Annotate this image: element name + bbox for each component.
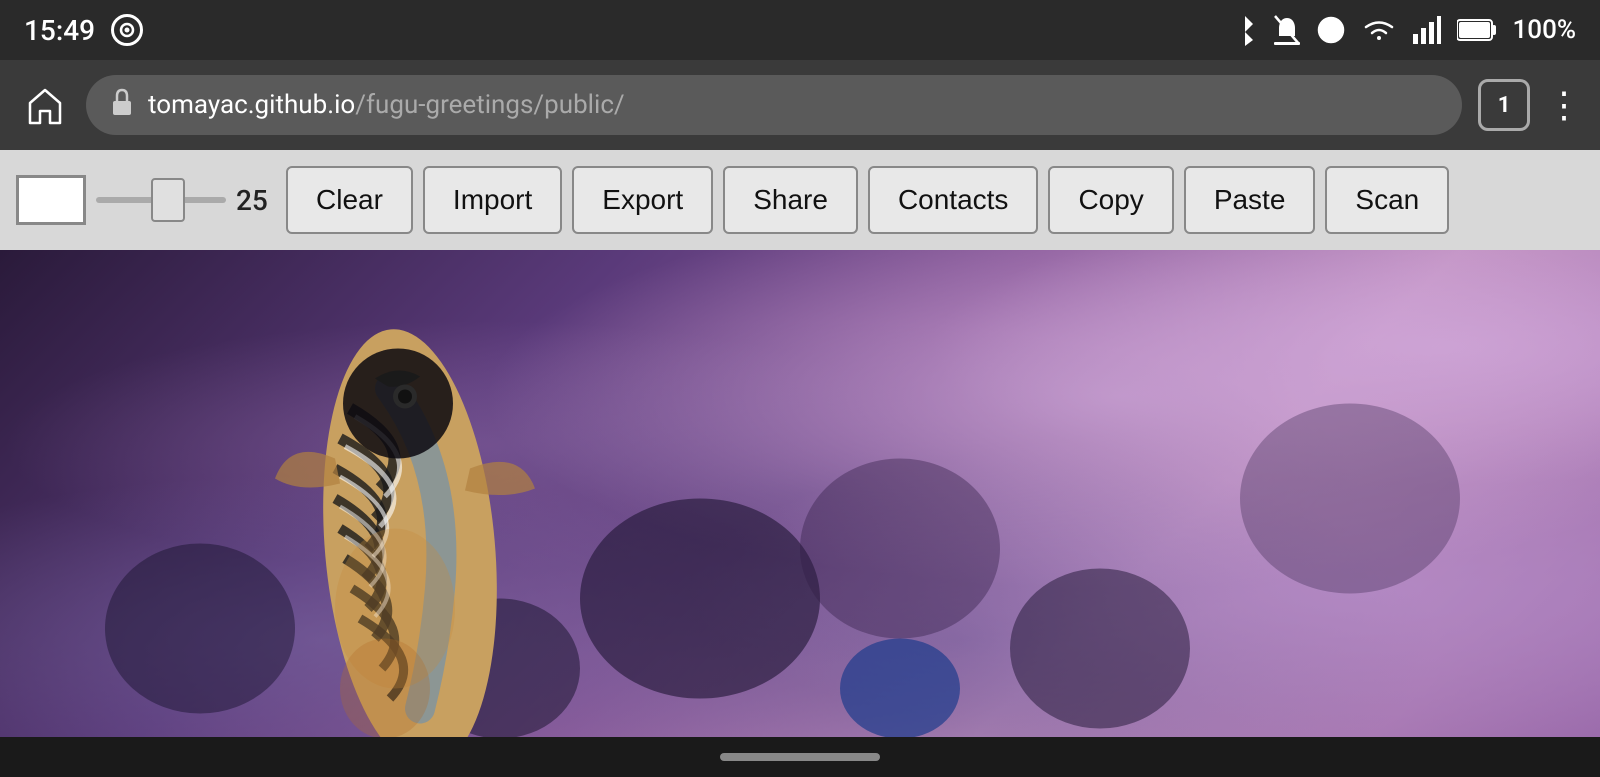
address-bar[interactable]: tomayac.github.io/fugu-greetings/public/ xyxy=(86,75,1462,135)
notifications-off-icon xyxy=(1273,14,1301,46)
status-time: 15:49 xyxy=(24,14,95,47)
slider-container: 25 xyxy=(96,184,276,217)
clear-button[interactable]: Clear xyxy=(286,166,413,234)
wifi-icon xyxy=(1361,16,1397,44)
battery-percentage: 100% xyxy=(1513,15,1576,45)
scan-button[interactable]: Scan xyxy=(1325,166,1449,234)
status-bar: 15:49 xyxy=(0,0,1600,60)
canvas-area[interactable] xyxy=(0,250,1600,737)
home-indicator xyxy=(720,753,880,761)
home-button[interactable] xyxy=(20,80,70,130)
address-domain: tomayac.github.io xyxy=(148,90,355,120)
toolbar: 25 Clear Import Export Share Contacts Co… xyxy=(0,150,1600,250)
contacts-button[interactable]: Contacts xyxy=(868,166,1039,234)
battery-icon xyxy=(1457,18,1497,42)
browser-bar: tomayac.github.io/fugu-greetings/public/… xyxy=(0,60,1600,150)
share-button[interactable]: Share xyxy=(723,166,858,234)
signal-icon xyxy=(1413,16,1441,44)
menu-button[interactable]: ⋮ xyxy=(1546,84,1580,126)
color-swatch[interactable] xyxy=(16,175,86,225)
paste-button[interactable]: Paste xyxy=(1184,166,1316,234)
export-button[interactable]: Export xyxy=(572,166,713,234)
address-path: /fugu-greetings/public/ xyxy=(355,90,624,120)
brush-size-slider[interactable] xyxy=(96,197,226,203)
dnd-icon xyxy=(1317,16,1345,44)
lock-icon xyxy=(110,88,134,122)
tab-count-button[interactable]: 1 xyxy=(1478,79,1530,131)
fish-image xyxy=(0,250,1600,737)
slider-value: 25 xyxy=(236,184,276,217)
bluetooth-icon xyxy=(1233,14,1257,46)
address-text: tomayac.github.io/fugu-greetings/public/ xyxy=(148,90,625,120)
slider-thumb[interactable] xyxy=(151,178,185,222)
copy-button[interactable]: Copy xyxy=(1048,166,1173,234)
nav-bar xyxy=(0,737,1600,777)
status-left: 15:49 xyxy=(24,14,143,47)
import-button[interactable]: Import xyxy=(423,166,562,234)
status-right: 100% xyxy=(1233,14,1576,46)
notification-icon xyxy=(111,14,143,46)
